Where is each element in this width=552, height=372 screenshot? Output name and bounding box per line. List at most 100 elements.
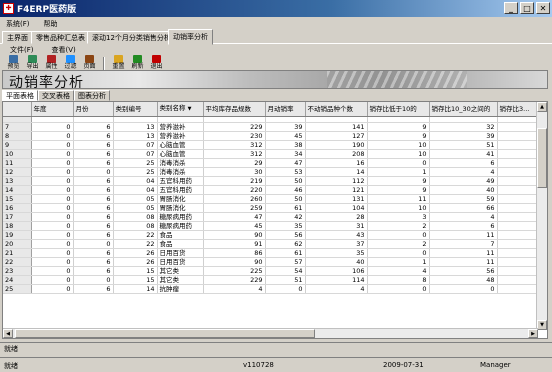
table-row[interactable]: 15 0 6 05 胃肠消化 260 50 131 11 59 xyxy=(3,194,537,204)
table-row[interactable]: 20 0 0 22 食品 91 62 37 2 7 xyxy=(3,239,537,249)
report-banner: 动销率分析 xyxy=(2,70,548,89)
column-header[interactable]: 月动销率 xyxy=(265,102,306,117)
column-header[interactable]: 不动销品种个数 xyxy=(305,102,368,117)
column-header-sorted[interactable]: 类别名称 ▼ xyxy=(157,102,204,117)
table-cell: 0 xyxy=(367,284,430,294)
table-row[interactable]: 24 0 0 15 其它类 229 51 114 8 48 xyxy=(3,275,537,285)
table-row[interactable]: 10 0 6 07 心脑血管 312 34 208 10 41 xyxy=(3,149,537,159)
table-cell: 0 xyxy=(31,194,74,204)
refresh-button[interactable]: 刷新 xyxy=(130,55,145,70)
table-cell: 6 xyxy=(73,203,114,213)
preview-button[interactable]: 预览 xyxy=(6,55,21,70)
menu-view[interactable]: 查看(V) xyxy=(52,45,76,55)
table-cell: 34 xyxy=(265,149,306,159)
tab-cross-table[interactable]: 交叉表格 xyxy=(38,90,74,101)
table-cell: 6 xyxy=(73,194,114,204)
close-icon[interactable]: ✕ xyxy=(536,2,550,14)
tab-rolling-12-month[interactable]: 滚动12个月分类销售分析 xyxy=(87,31,176,44)
table-cell: 0 xyxy=(73,239,114,249)
table-cell: 61 xyxy=(265,248,306,258)
grid-body: 7 0 6 13 营养滋补 229 39 141 9 32 8 0 6 13 营养滋补 230 45 127 9 39… xyxy=(3,116,537,294)
menu-help[interactable]: 帮助 xyxy=(44,19,58,29)
row-number: 8 xyxy=(3,131,32,141)
tab-turnover-analysis[interactable]: 动销率分析 xyxy=(168,29,213,45)
table-cell: 31 xyxy=(305,221,368,231)
tab-flat-table[interactable]: 平面表格 xyxy=(2,90,38,101)
status-date: 2009-07-31 xyxy=(383,361,424,369)
table-cell: 56 xyxy=(429,266,498,276)
properties-button[interactable]: 属性 xyxy=(44,55,59,70)
table-row[interactable]: 21 0 6 26 日用百货 86 61 35 0 11 xyxy=(3,248,537,258)
table-row[interactable]: 18 0 6 08 糖尿病用药 45 35 31 2 6 xyxy=(3,221,537,231)
table-cell: 其它类 xyxy=(157,266,204,276)
table-cell: 45 xyxy=(265,131,306,141)
column-header[interactable]: 年度 xyxy=(31,102,74,117)
tab-chart-analysis[interactable]: 图表分析 xyxy=(74,90,110,101)
table-row[interactable]: 23 0 6 15 其它类 225 54 106 4 56 xyxy=(3,266,537,276)
column-header[interactable]: 销存比3... xyxy=(497,102,537,117)
table-row[interactable]: 25 0 6 14 抗肿瘤 4 0 4 0 0 xyxy=(3,284,537,294)
data-grid: 年度 月份 类别编号 类别名称 ▼ 平均库存品规数 月动销率 不动销品种个数 销… xyxy=(2,101,548,339)
export-button[interactable]: 导出 xyxy=(25,55,40,70)
table-cell: 6 xyxy=(73,230,114,240)
table-row[interactable]: 17 0 6 08 糖尿病用药 47 42 28 3 4 xyxy=(3,212,537,222)
table-cell: 66 xyxy=(429,203,498,213)
table-cell: 营养滋补 xyxy=(157,122,204,132)
column-header[interactable]: 销存比低于10的 xyxy=(367,102,430,117)
table-cell: 25 xyxy=(113,158,158,168)
menu-file[interactable]: 文件(F) xyxy=(10,45,34,55)
table-cell: 9 xyxy=(367,185,430,195)
horizontal-scroll-thumb[interactable] xyxy=(15,329,315,338)
exit-button[interactable]: 退出 xyxy=(149,55,164,70)
table-cell: 08 xyxy=(113,212,158,222)
tab-retail-summary[interactable]: 零售品种汇总表 xyxy=(31,31,90,44)
status-text: 就绪 xyxy=(4,344,18,353)
vertical-scrollbar[interactable]: ▲ ▼ xyxy=(536,102,547,330)
table-cell: 61 xyxy=(265,203,306,213)
horizontal-scrollbar[interactable]: ◀ ▶ xyxy=(3,328,538,338)
tab-main[interactable]: 主界面 xyxy=(2,31,33,44)
page-icon xyxy=(85,55,94,63)
scroll-up-icon[interactable]: ▲ xyxy=(537,102,547,112)
page-button[interactable]: 页面 xyxy=(82,55,97,70)
table-cell: 190 xyxy=(305,140,368,150)
column-header[interactable]: 平均库存品规数 xyxy=(203,102,266,117)
scroll-right-icon[interactable]: ▶ xyxy=(528,329,538,338)
filter-button[interactable]: 过滤 xyxy=(63,55,78,70)
table-cell: 90 xyxy=(203,257,266,267)
table-cell: 112 xyxy=(305,176,368,186)
table-cell: 26 xyxy=(113,257,158,267)
table-row[interactable]: 19 0 6 22 食品 90 56 43 0 11 xyxy=(3,230,537,240)
reset-button[interactable]: 重置 xyxy=(111,55,126,70)
menu-system[interactable]: 系统(F) xyxy=(6,19,30,29)
table-cell: 0 xyxy=(31,149,74,159)
table-cell: 0 xyxy=(31,266,74,276)
table-row[interactable]: 8 0 6 13 营养滋补 230 45 127 9 39 xyxy=(3,131,537,141)
column-header[interactable]: 销存比10_30之间的 xyxy=(429,102,498,117)
table-row[interactable]: 16 0 6 05 胃肠消化 259 61 104 10 66 xyxy=(3,203,537,213)
table-cell: 50 xyxy=(265,194,306,204)
export-icon xyxy=(28,55,37,63)
app-logo-icon: ✚ xyxy=(3,3,14,14)
table-row[interactable]: 22 0 6 26 日用百货 90 57 40 1 11 xyxy=(3,257,537,267)
maximize-icon[interactable]: □ xyxy=(520,2,534,14)
minimize-icon[interactable]: _ xyxy=(504,2,518,14)
table-row[interactable]: 11 0 6 25 消毒消杀 29 47 16 0 6 xyxy=(3,158,537,168)
table-row[interactable]: 12 0 0 25 消毒消杀 30 53 14 1 4 xyxy=(3,167,537,177)
title-bar: ✚ F4ERP医药版 _ □ ✕ xyxy=(0,0,552,17)
table-cell: 0 xyxy=(31,122,74,132)
table-cell: 2 xyxy=(367,221,430,231)
table-row[interactable]: 14 0 6 04 五官科用药 220 46 121 9 40 xyxy=(3,185,537,195)
table-row[interactable]: 13 0 6 04 五官科用药 219 50 112 9 49 xyxy=(3,176,537,186)
table-row[interactable]: 7 0 6 13 营养滋补 229 39 141 9 32 xyxy=(3,122,537,132)
scroll-down-icon[interactable]: ▼ xyxy=(537,320,547,330)
scroll-left-icon[interactable]: ◀ xyxy=(3,329,13,338)
table-row[interactable]: 9 0 6 07 心脑血管 312 38 190 10 51 xyxy=(3,140,537,150)
reset-icon xyxy=(114,55,123,63)
column-header[interactable]: 类别编号 xyxy=(113,102,158,117)
table-cell: 28 xyxy=(305,212,368,222)
table-cell: 6 xyxy=(73,266,114,276)
column-header[interactable]: 月份 xyxy=(73,102,114,117)
view-tabs: 平面表格 交叉表格 图表分析 xyxy=(2,90,110,101)
vertical-scroll-thumb[interactable] xyxy=(537,128,547,188)
